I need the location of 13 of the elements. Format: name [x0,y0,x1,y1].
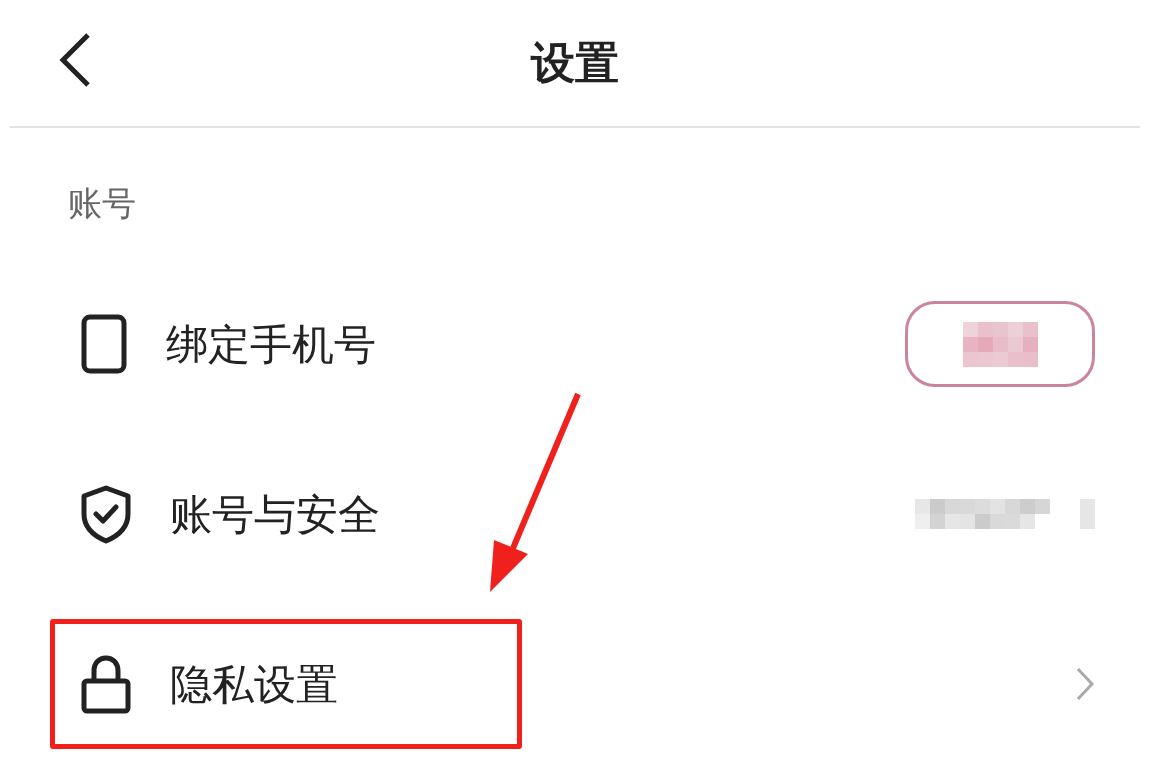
highlight-frame[interactable]: 隐私设置 [50,619,522,749]
setting-label: 账号与安全 [170,488,380,541]
row-area[interactable]: 绑定手机号 [50,279,522,409]
lock-icon [80,653,132,715]
section-label: 账号 [68,183,136,223]
chevron-right-icon [1075,666,1095,702]
row-area[interactable]: 账号与安全 [50,449,522,579]
back-icon [58,32,92,88]
shield-check-icon [80,484,132,544]
setting-label: 隐私设置 [170,658,338,711]
setting-label: 绑定手机号 [166,318,376,371]
phone-icon [80,313,128,375]
page-title: 设置 [531,36,619,90]
